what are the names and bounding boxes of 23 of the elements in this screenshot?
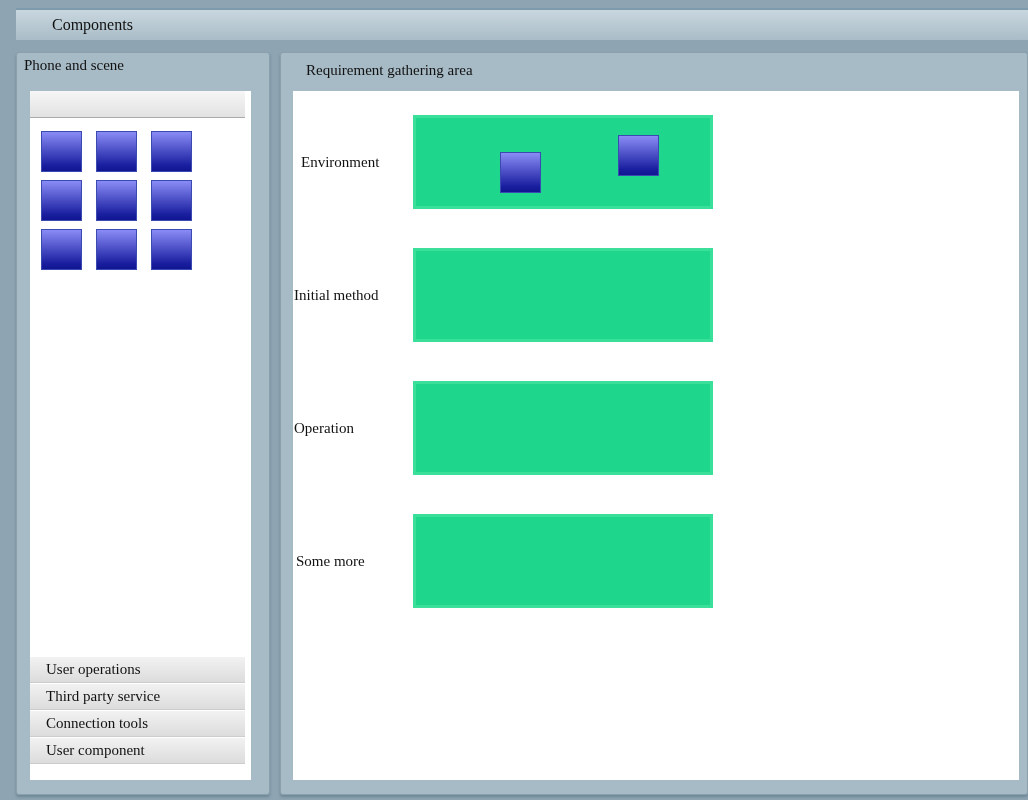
window-title: Components (52, 16, 133, 34)
panel-title: Requirement gathering area (306, 61, 474, 80)
row-label: Environment (300, 153, 381, 171)
section-button[interactable]: Third party service (30, 684, 245, 710)
component-tile[interactable] (41, 131, 82, 172)
section-button[interactable]: User component (30, 738, 245, 764)
panel-title: Phone and scene (24, 57, 125, 75)
component-tile[interactable] (96, 180, 137, 221)
component-tile[interactable] (618, 135, 659, 176)
row-label: Operation (293, 419, 355, 437)
component-tile[interactable] (96, 229, 137, 270)
section-button[interactable]: Connection tools (30, 711, 245, 737)
component-tile[interactable] (41, 229, 82, 270)
drop-zone[interactable] (413, 115, 713, 209)
component-tile[interactable] (151, 229, 192, 270)
component-tile[interactable] (151, 131, 192, 172)
component-tile[interactable] (96, 131, 137, 172)
row-label: Some more (295, 552, 366, 570)
component-tile[interactable] (500, 152, 541, 193)
section-button[interactable]: User operations (30, 657, 245, 683)
component-tile[interactable] (41, 180, 82, 221)
component-tile[interactable] (151, 180, 192, 221)
row-label: Initial method (293, 286, 380, 304)
